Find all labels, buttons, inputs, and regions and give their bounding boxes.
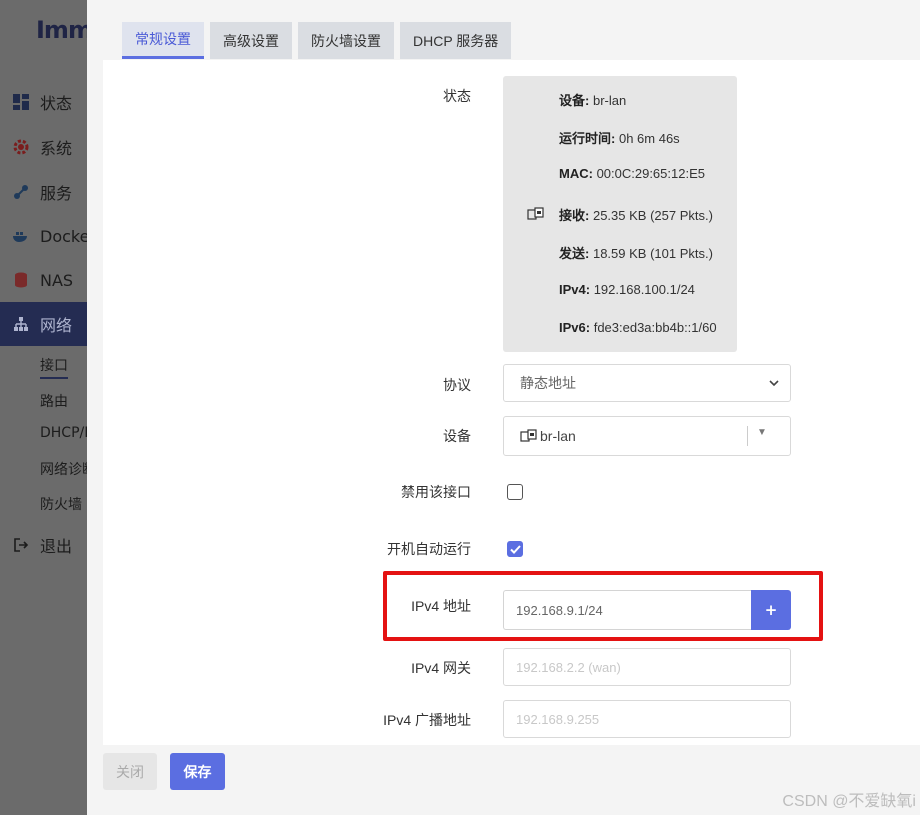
- database-icon: [12, 272, 30, 288]
- device-label: 设备: [443, 428, 471, 444]
- disable-interface-checkbox[interactable]: [507, 484, 523, 500]
- tab-general[interactable]: 常规设置: [122, 22, 204, 59]
- sidebar-sub-interfaces[interactable]: 接口: [40, 355, 68, 379]
- ipv4-broadcast-placeholder: 192.168.9.255: [516, 711, 600, 727]
- gear-icon: [12, 139, 30, 155]
- ipv4-gateway-placeholder: 192.168.2.2 (wan): [516, 659, 621, 675]
- device-select[interactable]: br-lan ▼: [503, 416, 791, 456]
- logout-icon: [12, 537, 30, 553]
- general-settings-panel: 状态 设备: br-lan 运行时间: 0h 6m 46s MAC: 00:0C…: [103, 60, 920, 745]
- sidebar-item-system[interactable]: 系统: [0, 125, 87, 169]
- autostart-checkbox[interactable]: [507, 541, 523, 557]
- status-box: 设备: br-lan 运行时间: 0h 6m 46s MAC: 00:0C:29…: [503, 76, 737, 352]
- link-icon: [12, 184, 30, 200]
- ipv4-gateway-input[interactable]: 192.168.2.2 (wan): [503, 648, 791, 686]
- ipv4-broadcast-input[interactable]: 192.168.9.255: [503, 700, 791, 738]
- disable-interface-label: 禁用该接口: [401, 484, 471, 500]
- ethernet-port-icon: [527, 206, 545, 225]
- device-value: br-lan: [540, 428, 576, 444]
- sidebar-item-label: NAS: [40, 270, 74, 290]
- status-tx: 发送: 18.59 KB (101 Pkts.): [559, 246, 713, 261]
- save-button[interactable]: 保存: [170, 753, 225, 790]
- ipv4-broadcast-label: IPv4 广播地址: [383, 712, 471, 728]
- tab-firewall[interactable]: 防火墙设置: [298, 22, 394, 59]
- protocol-select[interactable]: 静态地址: [503, 364, 791, 402]
- docker-icon: [12, 229, 30, 243]
- close-button[interactable]: 关闭: [103, 753, 157, 790]
- network-icon: [12, 316, 30, 332]
- sidebar-item-label: 系统: [40, 139, 73, 158]
- status-device: 设备: br-lan: [559, 93, 627, 108]
- protocol-label: 协议: [443, 377, 471, 393]
- autostart-label: 开机自动运行: [387, 541, 471, 557]
- status-ipv6: IPv6: fde3:ed3a:bb4b::1/60: [559, 320, 717, 335]
- tab-bar: 常规设置 高级设置 防火墙设置 DHCP 服务器: [122, 22, 517, 59]
- sidebar-sub-diagnostics[interactable]: 网络诊断: [40, 459, 87, 479]
- sidebar-item-label: 退出: [40, 537, 73, 556]
- sidebar-sub-routes[interactable]: 路由: [40, 391, 68, 411]
- dashboard-icon: [12, 94, 30, 110]
- status-ipv4: IPv4: 192.168.100.1/24: [559, 282, 695, 297]
- sidebar: Imm 状态 系统 服务 Docke NAS 网络 接口 路由 DHCP/ 网络…: [0, 0, 87, 815]
- sidebar-item-nas[interactable]: NAS: [0, 258, 87, 302]
- status-label: 状态: [443, 88, 471, 104]
- highlight-annotation-box: [383, 571, 823, 641]
- status-mac: MAC: 00:0C:29:65:12:E5: [559, 166, 705, 181]
- sidebar-item-label: 网络: [40, 316, 73, 335]
- sidebar-item-services[interactable]: 服务: [0, 170, 87, 214]
- app-logo: Imm: [36, 16, 87, 44]
- tab-advanced[interactable]: 高级设置: [210, 22, 292, 59]
- checkmark-icon: [509, 544, 521, 554]
- ethernet-port-icon: [520, 429, 538, 443]
- sidebar-item-label: 状态: [40, 94, 73, 113]
- chevron-down-icon: [768, 376, 780, 392]
- protocol-value: 静态地址: [520, 375, 576, 391]
- sidebar-item-label: Docke: [40, 226, 87, 246]
- tab-dhcp[interactable]: DHCP 服务器: [400, 22, 512, 59]
- sidebar-item-docker[interactable]: Docke: [0, 214, 87, 258]
- sidebar-item-label: 服务: [40, 184, 73, 203]
- watermark: CSDN @不爱缺氧i: [782, 793, 916, 810]
- ipv4-gateway-label: IPv4 网关: [411, 660, 471, 676]
- sidebar-sub-dhcp[interactable]: DHCP/D: [40, 425, 87, 441]
- status-rx: 接收: 25.35 KB (257 Pkts.): [559, 208, 713, 223]
- status-uptime: 运行时间: 0h 6m 46s: [559, 131, 680, 146]
- sidebar-item-logout[interactable]: 退出: [0, 523, 87, 567]
- dropdown-arrow-icon: ▼: [757, 427, 767, 438]
- divider: [747, 426, 748, 446]
- sidebar-item-status[interactable]: 状态: [0, 80, 87, 124]
- sidebar-sub-firewall[interactable]: 防火墙: [40, 494, 82, 514]
- interface-modal: 常规设置 高级设置 防火墙设置 DHCP 服务器 状态 设备: br-lan 运…: [87, 0, 920, 815]
- sidebar-item-network[interactable]: 网络: [0, 302, 87, 346]
